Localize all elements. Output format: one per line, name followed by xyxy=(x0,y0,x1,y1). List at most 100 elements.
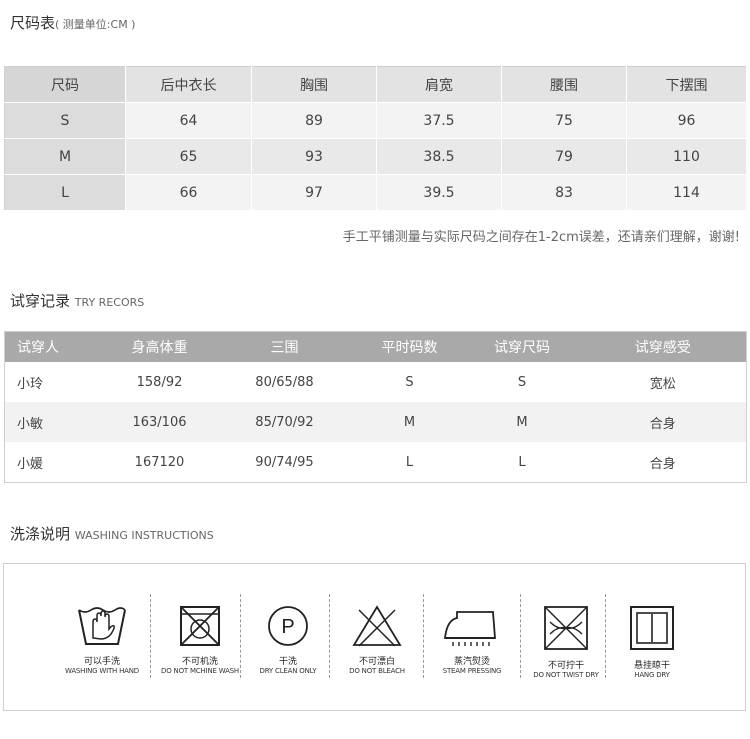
wash-item-en-label: DRY CLEAN ONLY xyxy=(259,667,317,675)
size-header-cell: 胸围 xyxy=(251,66,377,103)
size-table-row: L 66 97 39.5 83 114 xyxy=(4,174,747,211)
wash-item-en-label: DO NOT TWIST DRY xyxy=(533,671,599,679)
fit-cell: M xyxy=(464,402,580,442)
wash-section-title: 洗涤说明 WASHING INSTRUCTIONS xyxy=(10,523,214,544)
size-cell: L xyxy=(4,174,126,211)
wash-divider xyxy=(150,594,151,678)
wash-item-cn-label: 悬挂晾干 xyxy=(633,661,670,671)
size-table-row: S 64 89 37.5 75 96 xyxy=(4,102,747,139)
wash-divider xyxy=(423,594,424,678)
fit-cell: S xyxy=(517,374,527,390)
fit-header-cell: 试穿人 xyxy=(4,331,105,362)
wash-item-steam-iron: 蒸汽熨烫 STEAM PRESSING xyxy=(426,594,518,684)
wash-item-en-label: HANG DRY xyxy=(634,671,670,679)
size-table: 尺码 后中衣长 胸围 肩宽 腰围 下摆围 S 64 89 37.5 75 96 … xyxy=(4,66,747,211)
wash-divider xyxy=(329,594,330,678)
no-bleach-icon xyxy=(352,605,402,647)
fit-cell: L xyxy=(518,454,526,470)
size-cell: 97 xyxy=(251,174,377,211)
fit-cell: 90/74/95 xyxy=(255,454,314,470)
fit-cell: 合身 xyxy=(649,456,676,472)
fit-cell: 小敏 xyxy=(4,402,105,442)
fit-cell: 80/65/88 xyxy=(255,374,314,390)
hand-wash-icon xyxy=(78,607,126,645)
dry-clean-icon: P xyxy=(268,606,308,646)
fit-title-text: 试穿记录 xyxy=(10,292,71,310)
fit-cell: M xyxy=(354,402,465,442)
size-cell: 64 xyxy=(125,102,252,139)
size-cell: 96 xyxy=(626,102,747,139)
wash-item-dry-clean: P 干洗 DRY CLEAN ONLY xyxy=(242,594,334,684)
size-cell: 89 xyxy=(251,102,377,139)
steam-iron-icon xyxy=(443,611,496,646)
fit-header-cell: 平时码数 xyxy=(354,331,465,362)
size-cell: 65 xyxy=(125,138,252,175)
size-title-text: 尺码表 xyxy=(10,14,56,32)
wash-item-en-label: DO NOT BLEACH xyxy=(349,667,405,675)
size-section-title: 尺码表( 测量单位:CM ) xyxy=(10,12,135,33)
fit-table-row: 小媛 167120 90/74/95 L L 合身 xyxy=(5,442,747,483)
wash-item-hang-dry: 悬挂晾干 HANG DRY xyxy=(606,594,698,684)
no-machine-wash-icon xyxy=(180,606,220,646)
wash-item-cn-label: 不可拧干 xyxy=(547,661,584,671)
wash-item-en-label: WASHING WITH HAND xyxy=(64,667,139,675)
wash-title-text: 洗涤说明 xyxy=(10,525,71,543)
measurement-note: 手工平铺测量与实际尺码之间存在1-2cm误差，还请亲们理解，谢谢! xyxy=(342,230,740,245)
fit-table: 试穿人 身高体重 三围 平时码数 试穿尺码 试穿感受 小玲 158/92 80/… xyxy=(4,331,747,483)
wash-instructions-box: 可以手洗 WASHING WITH HAND 不可机洗 DO NOT MCHIN… xyxy=(3,563,746,711)
fit-cell: 163/106 xyxy=(104,402,215,442)
wash-item-en-label: STEAM PRESSING xyxy=(442,667,502,675)
fit-header-cell: 试穿感受 xyxy=(579,331,747,362)
size-table-header-row: 尺码 后中衣长 胸围 肩宽 腰围 下摆围 xyxy=(4,66,747,103)
wash-title-subtitle: WASHING INSTRUCTIONS xyxy=(74,529,214,542)
fit-table-row: 小敏 163/106 85/70/92 M M 合身 xyxy=(4,402,747,442)
fit-cell: 合身 xyxy=(579,402,747,442)
fit-title-subtitle: TRY RECORS xyxy=(74,296,145,309)
fit-header-cell: 试穿尺码 xyxy=(464,331,580,362)
size-header-cell: 腰围 xyxy=(501,66,627,103)
hang-dry-icon xyxy=(630,606,674,650)
size-cell: M xyxy=(4,138,126,175)
wash-divider xyxy=(240,594,241,678)
fit-table-row: 小玲 158/92 80/65/88 S S 宽松 xyxy=(5,362,747,402)
size-header-cell: 后中衣长 xyxy=(125,66,252,103)
size-cell: 75 xyxy=(501,102,627,139)
wash-item-cn-label: 蒸汽熨烫 xyxy=(453,657,490,667)
size-table-row: M 65 93 38.5 79 110 xyxy=(4,138,747,175)
fit-cell: 小玲 xyxy=(17,376,44,392)
wash-item-cn-label: 不可漂白 xyxy=(358,657,395,667)
size-cell: 38.5 xyxy=(376,138,502,175)
size-cell: S xyxy=(4,102,126,139)
fit-header-cell: 身高体重 xyxy=(104,331,215,362)
size-title-subtitle: ( 测量单位:CM ) xyxy=(55,18,136,31)
size-cell: 110 xyxy=(626,138,747,175)
size-cell: 66 xyxy=(125,174,252,211)
fit-cell: 167120 xyxy=(134,454,185,470)
size-header-cell: 肩宽 xyxy=(376,66,502,103)
fit-header-cell: 三围 xyxy=(214,331,355,362)
size-cell: 39.5 xyxy=(376,174,502,211)
wash-item-cn-label: 可以手洗 xyxy=(83,657,120,667)
no-wring-icon xyxy=(544,606,588,650)
wash-item-hand-wash: 可以手洗 WASHING WITH HAND xyxy=(56,594,148,684)
fit-cell: S xyxy=(405,374,414,390)
fit-section-title: 试穿记录 TRY RECORS xyxy=(10,290,144,311)
size-header-cell: 尺码 xyxy=(4,66,126,103)
fit-cell: 小媛 xyxy=(17,456,44,472)
size-cell: 79 xyxy=(501,138,627,175)
size-cell: 93 xyxy=(251,138,377,175)
size-cell: 114 xyxy=(626,174,747,211)
fit-cell: 85/70/92 xyxy=(214,402,355,442)
fit-cell: 宽松 xyxy=(649,376,676,392)
size-cell: 83 xyxy=(501,174,627,211)
wash-item-cn-label: 不可机洗 xyxy=(181,657,218,667)
size-header-cell: 下摆围 xyxy=(626,66,747,103)
fit-cell: L xyxy=(405,454,414,470)
wash-item-no-machine-wash: 不可机洗 DO NOT MCHINE WASH xyxy=(154,594,246,684)
wash-item-no-bleach: 不可漂白 DO NOT BLEACH xyxy=(331,594,423,684)
wash-item-en-label: DO NOT MCHINE WASH xyxy=(161,667,239,675)
fit-table-header-row: 试穿人 身高体重 三围 平时码数 试穿尺码 试穿感受 xyxy=(4,331,747,362)
svg-text:P: P xyxy=(281,616,294,638)
size-cell: 37.5 xyxy=(376,102,502,139)
fit-cell: 158/92 xyxy=(136,374,183,390)
